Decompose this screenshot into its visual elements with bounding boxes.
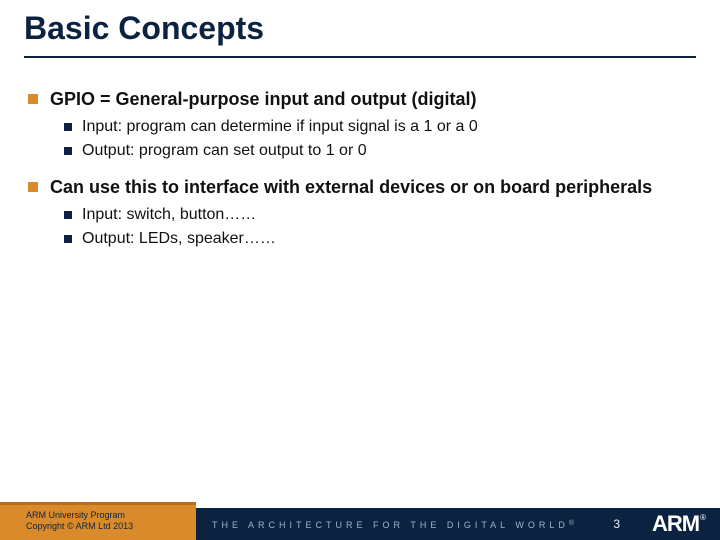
arm-logo: ARM® — [652, 511, 704, 537]
square-bullet-icon — [28, 182, 38, 192]
footer-tagline: THE ARCHITECTURE FOR THE DIGITAL WORLD® — [212, 520, 574, 530]
square-bullet-icon — [64, 235, 72, 243]
footer-line2: Copyright © ARM Ltd 2013 — [26, 521, 133, 531]
slide-title: Basic Concepts — [24, 10, 264, 47]
slide: Basic Concepts GPIO = General-purpose in… — [0, 0, 720, 540]
square-bullet-icon — [64, 147, 72, 155]
square-bullet-icon — [64, 211, 72, 219]
logo-text: ARM — [652, 511, 699, 536]
list-item: Output: program can set output to 1 or 0 — [64, 141, 692, 162]
bullet-text: GPIO = General-purpose input and output … — [50, 88, 477, 111]
sub-list: Input: switch, button…… Output: LEDs, sp… — [64, 205, 692, 251]
bullet-text: Can use this to interface with external … — [50, 176, 652, 199]
footer-attribution: ARM University Program Copyright © ARM L… — [26, 510, 133, 533]
list-item: GPIO = General-purpose input and output … — [28, 88, 692, 162]
page-number: 3 — [613, 517, 620, 531]
list-item: Output: LEDs, speaker…… — [64, 229, 692, 250]
tagline-text: THE ARCHITECTURE FOR THE DIGITAL WORLD — [212, 520, 569, 530]
sub-bullet-text: Input: program can determine if input si… — [82, 117, 478, 138]
registered-icon: ® — [700, 513, 705, 522]
square-bullet-icon — [28, 94, 38, 104]
slide-footer: ARM University Program Copyright © ARM L… — [0, 496, 720, 540]
sub-bullet-text: Output: LEDs, speaker…… — [82, 229, 276, 250]
list-item: Input: switch, button…… — [64, 205, 692, 226]
bullet-list: GPIO = General-purpose input and output … — [28, 88, 692, 250]
registered-icon: ® — [569, 520, 574, 527]
footer-accent: ARM University Program Copyright © ARM L… — [0, 502, 196, 540]
sub-bullet-text: Input: switch, button…… — [82, 205, 256, 226]
footer-line1: ARM University Program — [26, 510, 125, 520]
list-item: Can use this to interface with external … — [28, 176, 692, 250]
sub-list: Input: program can determine if input si… — [64, 117, 692, 163]
title-underline — [24, 56, 696, 58]
sub-bullet-text: Output: program can set output to 1 or 0 — [82, 141, 367, 162]
list-item: Input: program can determine if input si… — [64, 117, 692, 138]
square-bullet-icon — [64, 123, 72, 131]
slide-content: GPIO = General-purpose input and output … — [28, 88, 692, 264]
